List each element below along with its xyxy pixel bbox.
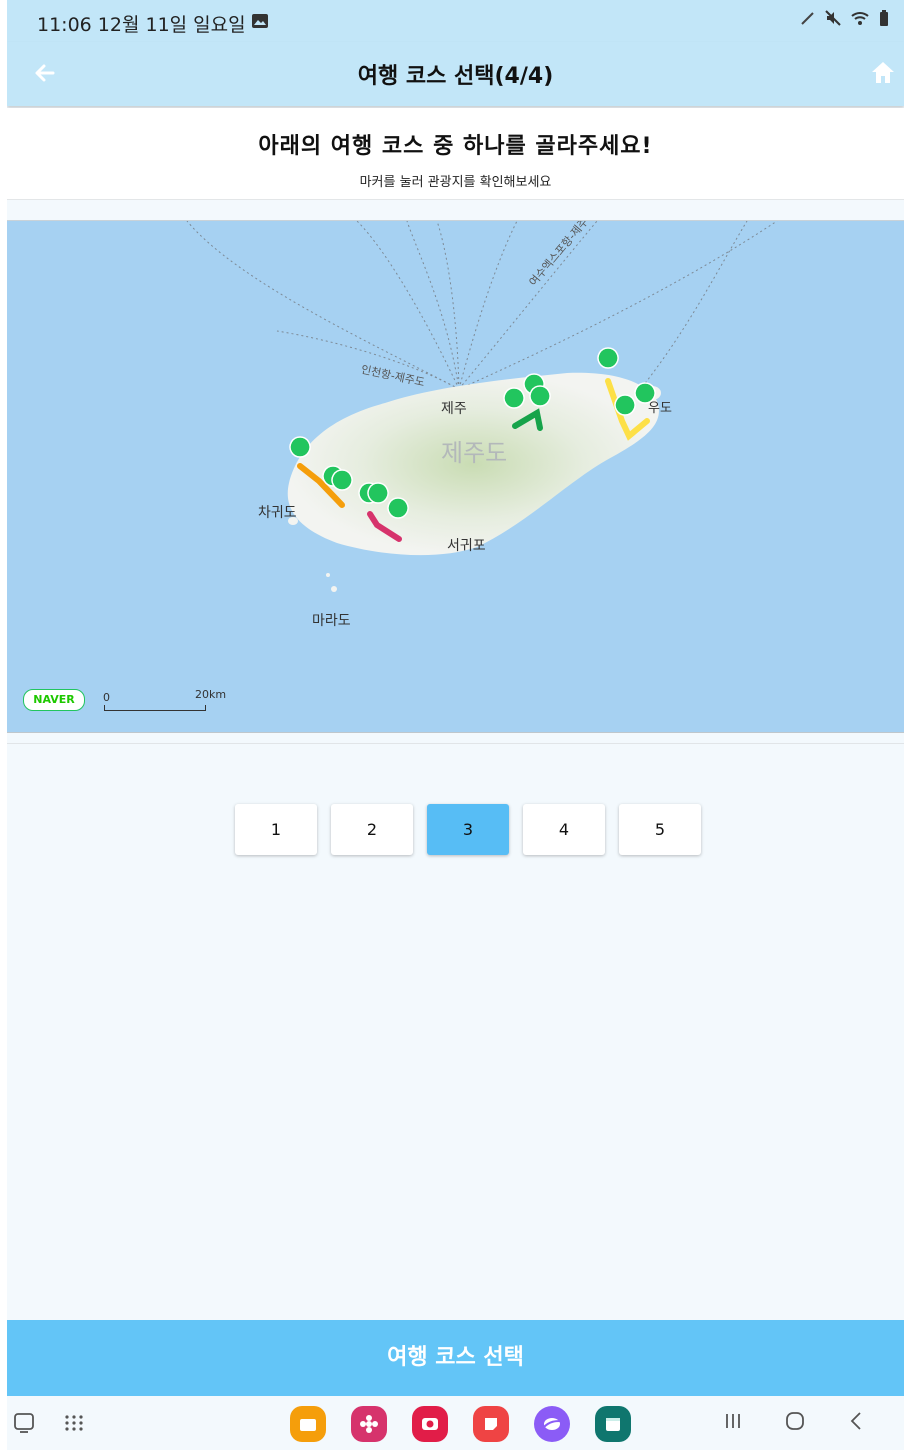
- calendar-icon: [606, 1418, 620, 1431]
- map-label-chagwido: 차귀도: [258, 505, 297, 521]
- marado-island: [331, 586, 337, 592]
- map-marker[interactable]: [367, 482, 389, 504]
- app-frame: 11:06 12월 11일 일요일 여행 코스 선택(4/4) 아래의 여행 코…: [7, 0, 904, 1450]
- status-bar: 11:06 12월 11일 일요일: [7, 0, 904, 42]
- map-marker[interactable]: [529, 385, 551, 407]
- map-label-seogwipo: 서귀포: [447, 538, 486, 554]
- home-nav-icon[interactable]: [784, 1410, 806, 1432]
- map-scale-max: 20km: [195, 688, 227, 701]
- map-marker[interactable]: [614, 394, 636, 416]
- instruction-title: 아래의 여행 코스 중 하나를 골라주세요!: [258, 134, 653, 159]
- nav-right-group: [722, 1410, 868, 1432]
- map-marker[interactable]: [597, 347, 619, 369]
- camera-icon: [422, 1418, 438, 1430]
- course-page-5-button[interactable]: 5: [619, 804, 701, 855]
- note-icon: [485, 1418, 497, 1430]
- app-drawer-icon[interactable]: [63, 1412, 85, 1434]
- status-icons: [800, 9, 890, 27]
- my-files-app-icon[interactable]: [290, 1406, 326, 1442]
- map-marker[interactable]: [503, 387, 525, 409]
- mute-icon: [825, 10, 841, 26]
- calendar-app-icon[interactable]: [595, 1406, 631, 1442]
- wifi-icon: [851, 12, 869, 25]
- flower-app-icon[interactable]: [351, 1406, 387, 1442]
- map-scale-zero: 0: [103, 691, 110, 704]
- instruction-panel: 아래의 여행 코스 중 하나를 골라주세요! 마커를 눌러 관광지를 확인해보세…: [7, 108, 904, 200]
- page-title: 여행 코스 선택(4/4): [357, 64, 554, 89]
- camera-app-icon[interactable]: [412, 1406, 448, 1442]
- flower-icon: [360, 1415, 378, 1433]
- app-dock: [290, 1406, 631, 1442]
- status-time: 11:06 12월 11일 일요일: [37, 14, 246, 36]
- course-page-4-button[interactable]: 4: [523, 804, 605, 855]
- map-marker[interactable]: [331, 469, 353, 491]
- app-bar: 여행 코스 선택(4/4): [7, 42, 904, 106]
- map-marker[interactable]: [289, 436, 311, 458]
- section-divider: [7, 743, 904, 744]
- map-label-jeju-city: 제주: [441, 401, 467, 417]
- pen-icon: [801, 12, 814, 25]
- naver-logo: NAVER: [23, 689, 85, 711]
- map-scale-bar: [104, 705, 206, 711]
- system-nav-bar: [7, 1396, 904, 1450]
- internet-app-icon[interactable]: [534, 1406, 570, 1442]
- map-label-marado: 마라도: [312, 613, 351, 629]
- recent-tasks-icon[interactable]: [13, 1412, 35, 1434]
- recent-apps-icon[interactable]: [722, 1410, 744, 1432]
- folder-icon: [300, 1419, 316, 1431]
- globe-icon: [543, 1418, 561, 1430]
- course-pager: 1 2 3 4 5: [235, 804, 701, 855]
- course-map[interactable]: 제주 제주도 차귀도 서귀포 마라도 우도 인천항-제주도 여수엑스포항-제주 …: [7, 220, 904, 733]
- notes-app-icon[interactable]: [473, 1406, 509, 1442]
- ferry-routes: [186, 221, 778, 392]
- battery-icon: [880, 10, 888, 26]
- nav-left-group: [13, 1412, 85, 1434]
- home-icon[interactable]: [868, 57, 898, 87]
- course-page-1-button[interactable]: 1: [235, 804, 317, 855]
- map-label-jeju-island: 제주도: [441, 439, 508, 467]
- gallery-notification-icon: [252, 14, 268, 28]
- instruction-subtitle: 마커를 눌러 관광지를 확인해보세요: [359, 175, 552, 190]
- map-label-udo: 우도: [648, 401, 672, 416]
- select-course-button[interactable]: 여행 코스 선택: [7, 1320, 904, 1396]
- back-nav-icon[interactable]: [846, 1410, 868, 1432]
- course-page-2-button[interactable]: 2: [331, 804, 413, 855]
- map-marker[interactable]: [387, 497, 409, 519]
- gapado-island: [326, 573, 330, 577]
- course-page-3-button[interactable]: 3: [427, 804, 509, 855]
- map-canvas[interactable]: [7, 221, 904, 732]
